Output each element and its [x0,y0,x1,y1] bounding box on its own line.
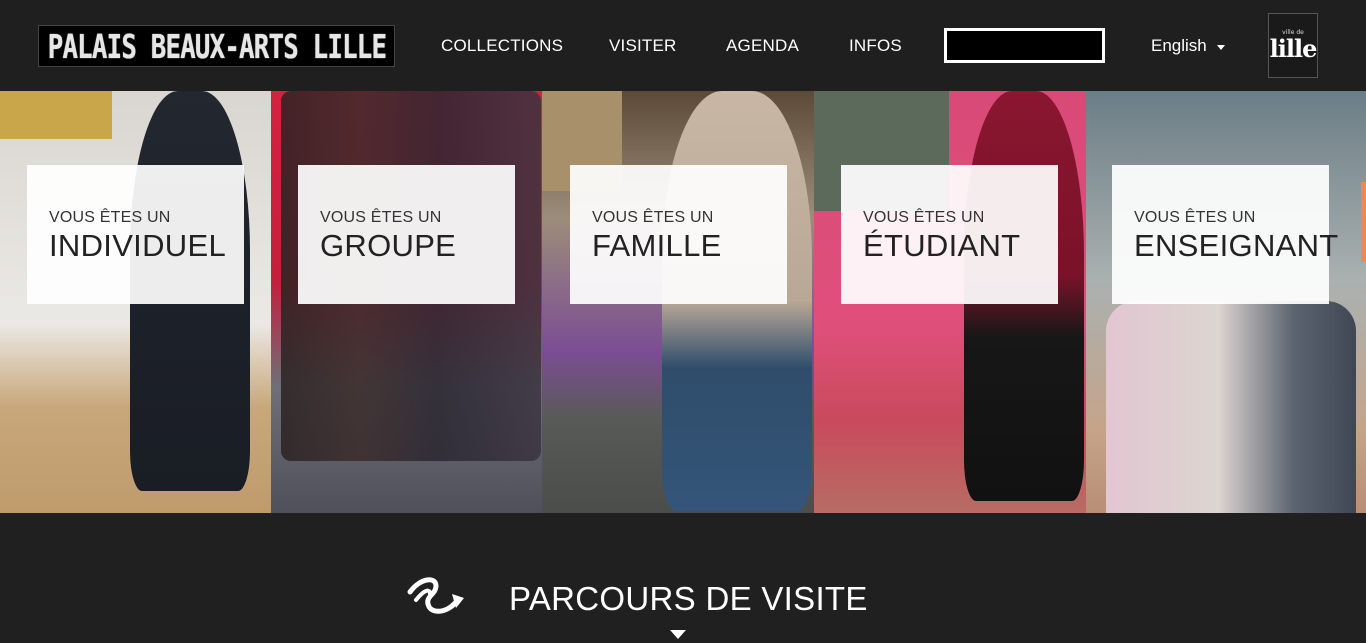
panel-famille[interactable]: VOUS ÊTES UN FAMILLE [542,91,814,513]
logo-text: PALAIS BEAUX-ARTS LILLE [47,26,386,66]
card-enseignant[interactable]: VOUS ÊTES UN ENSEIGNANT [1112,165,1339,304]
route-arrow-icon [407,577,464,614]
card-famille[interactable]: VOUS ÊTES UN FAMILLE [570,165,787,304]
chevron-down-icon[interactable] [670,630,686,639]
photo-children-figures [1106,301,1356,513]
card-pre-label: VOUS ÊTES UN [49,209,171,226]
language-label: English [1151,36,1207,55]
card-groupe[interactable]: VOUS ÊTES UN GROUPE [298,165,515,304]
ville-de-lille-logo[interactable]: ville de lille [1268,13,1318,78]
nav-collections[interactable]: COLLECTIONS [441,36,563,56]
audience-hero: VOUS ÊTES UN INDIVIDUEL VOUS ÊTES UN GRO… [0,91,1366,513]
panel-etudiant[interactable]: VOUS ÊTES UN ÉTUDIANT [814,91,1086,513]
card-main-label: FAMILLE [592,228,722,263]
card-main-label: ÉTUDIANT [863,228,1021,263]
chevron-down-icon [1216,44,1225,50]
ville-logo-big-text: lille [1269,34,1318,63]
card-main-label: ENSEIGNANT [1134,228,1339,263]
photo-frame [0,91,112,139]
card-etudiant[interactable]: VOUS ÊTES UN ÉTUDIANT [841,165,1058,304]
card-main-label: GROUPE [320,228,457,263]
nav-agenda[interactable]: AGENDA [726,36,799,56]
parcours-title[interactable]: PARCOURS DE VISITE [509,580,868,618]
card-pre-label: VOUS ÊTES UN [320,209,442,226]
panel-enseignant[interactable]: VOUS ÊTES UN ENSEIGNANT [1086,91,1366,513]
card-pre-label: VOUS ÊTES UN [592,209,714,226]
nav-visiter[interactable]: VISITER [609,36,677,56]
parcours-section: PARCOURS DE VISITE [0,513,1366,643]
scroll-indicator [1361,182,1366,262]
card-main-label: INDIVIDUEL [49,228,226,263]
site-header: PALAIS BEAUX-ARTS LILLE COLLECTIONS VISI… [0,0,1366,91]
panel-groupe[interactable]: VOUS ÊTES UN GROUPE [271,91,542,513]
language-selector[interactable]: English [1151,36,1225,56]
nav-infos[interactable]: INFOS [849,36,902,56]
site-logo[interactable]: PALAIS BEAUX-ARTS LILLE [38,25,395,67]
card-individuel[interactable]: VOUS ÊTES UN INDIVIDUEL [27,165,244,304]
search-input[interactable] [944,28,1105,63]
card-pre-label: VOUS ÊTES UN [863,209,985,226]
panel-individuel[interactable]: VOUS ÊTES UN INDIVIDUEL [0,91,271,513]
card-pre-label: VOUS ÊTES UN [1134,209,1256,226]
